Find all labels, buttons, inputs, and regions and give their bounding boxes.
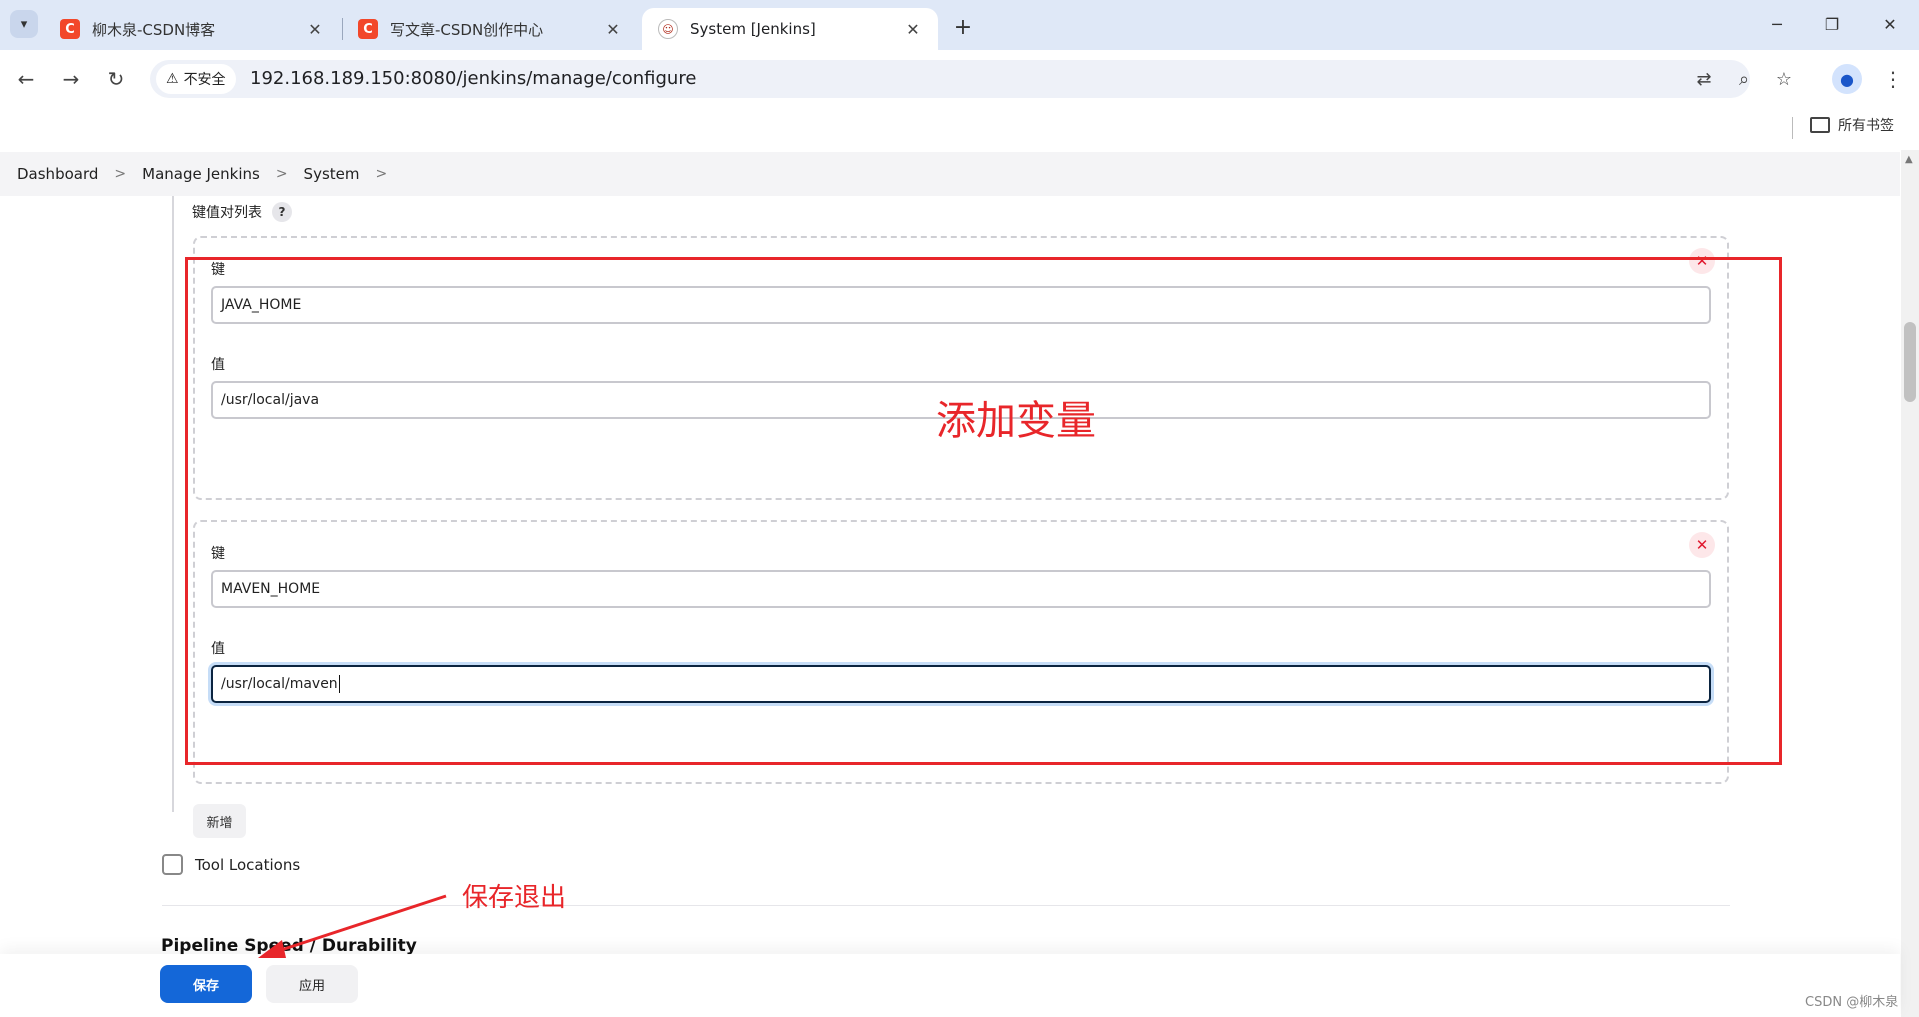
minimize-button[interactable]: ─ xyxy=(1757,8,1797,40)
restore-icon: ❐ xyxy=(1824,14,1840,34)
annotation-save-exit: 保存退出 xyxy=(462,883,567,913)
bookmark-star-icon[interactable]: ☆ xyxy=(1770,65,1798,93)
security-label: 不安全 xyxy=(183,72,226,88)
reload-button[interactable]: ↻ xyxy=(100,63,132,95)
tab-search-button[interactable]: ▾ xyxy=(10,10,38,38)
tab-title: 柳木泉-CSDN博客 xyxy=(92,20,216,39)
key-label: 键 xyxy=(211,262,225,278)
tab-title: 写文章-CSDN创作中心 xyxy=(390,20,544,39)
close-icon: ✕ xyxy=(1695,536,1709,554)
close-icon[interactable]: ✕ xyxy=(602,20,624,39)
help-icon[interactable]: ? xyxy=(272,202,292,222)
chevron-right-icon[interactable]: > xyxy=(375,166,387,182)
back-button[interactable]: ← xyxy=(10,63,42,95)
section-indent-line xyxy=(172,196,174,812)
more-vert-icon: ⋮ xyxy=(1883,67,1903,91)
jenkins-icon: ☺ xyxy=(658,19,678,39)
close-icon: ✕ xyxy=(1695,252,1709,270)
value-label: 值 xyxy=(211,641,225,657)
breadcrumb-manage-jenkins[interactable]: Manage Jenkins xyxy=(142,165,260,183)
arrow-left-icon: ← xyxy=(17,67,35,91)
minimize-icon: ─ xyxy=(1772,14,1782,34)
tab-jenkins-system[interactable]: ☺ System [Jenkins] ✕ xyxy=(642,8,938,50)
breadcrumb: Dashboard > Manage Jenkins > System > xyxy=(0,152,1900,196)
translate-icon[interactable]: ⇄ xyxy=(1690,65,1718,93)
apply-button[interactable]: 应用 xyxy=(266,965,358,1003)
security-chip[interactable]: ⚠ 不安全 xyxy=(156,64,236,94)
tab-csdn-write[interactable]: C 写文章-CSDN创作中心 ✕ xyxy=(342,8,638,50)
close-icon[interactable]: ✕ xyxy=(902,20,924,39)
folder-icon xyxy=(1810,117,1830,133)
value-input-text: /usr/local/maven xyxy=(221,676,338,692)
bookmarks-bar: 所有书签 xyxy=(0,107,1919,149)
plus-icon: + xyxy=(953,14,973,40)
tool-locations-label: Tool Locations xyxy=(195,855,301,874)
text-caret xyxy=(338,675,340,693)
scroll-thumb[interactable] xyxy=(1904,322,1916,402)
profile-avatar[interactable]: ● xyxy=(1832,64,1862,94)
remove-env-var-button[interactable]: ✕ xyxy=(1689,248,1715,274)
url-text[interactable]: 192.168.189.150:8080/jenkins/manage/conf… xyxy=(250,60,696,98)
chevron-right-icon[interactable]: > xyxy=(276,166,288,182)
section-divider xyxy=(162,905,1730,906)
bottom-action-bar: 保存 应用 xyxy=(0,954,1900,1017)
tool-locations-checkbox[interactable] xyxy=(162,854,183,875)
env-var-card-2: ✕ 键 MAVEN_HOME 值 /usr/local/maven xyxy=(193,520,1729,784)
all-bookmarks-label: 所有书签 xyxy=(1838,118,1894,134)
close-window-button[interactable]: ✕ xyxy=(1870,8,1910,40)
chevron-down-icon: ▾ xyxy=(20,16,28,32)
tab-strip: ▾ C 柳木泉-CSDN博客 ✕ C 写文章-CSDN创作中心 ✕ ☺ Syst… xyxy=(0,0,1919,50)
remove-env-var-button[interactable]: ✕ xyxy=(1689,532,1715,558)
csdn-favicon-icon: C xyxy=(358,19,378,39)
csdn-watermark: CSDN @柳木泉 xyxy=(1805,995,1899,1010)
value-label: 值 xyxy=(211,357,225,373)
restore-button[interactable]: ❐ xyxy=(1812,8,1852,40)
forward-button[interactable]: → xyxy=(55,63,87,95)
scroll-up-icon[interactable]: ▲ xyxy=(1905,154,1913,165)
pipeline-durability-heading: Pipeline Speed / Durability xyxy=(161,936,417,956)
browser-toolbar: ← → ↻ ⚠ 不安全 192.168.189.150:8080/jenkins… xyxy=(0,50,1919,107)
page-scrollbar[interactable]: ▲ xyxy=(1901,150,1919,1017)
csdn-favicon-icon: C xyxy=(60,19,80,39)
warning-icon: ⚠ xyxy=(166,71,179,87)
chevron-right-icon[interactable]: > xyxy=(114,166,126,182)
all-bookmarks-button[interactable]: 所有书签 xyxy=(1810,115,1894,135)
zoom-icon[interactable]: ⌕ xyxy=(1730,65,1758,93)
key-label: 键 xyxy=(211,546,225,562)
env-vars-section-label: 键值对列表 ? xyxy=(192,202,292,222)
key-input[interactable]: MAVEN_HOME xyxy=(211,570,1711,608)
breadcrumb-system[interactable]: System xyxy=(304,165,360,183)
tab-title: System [Jenkins] xyxy=(690,20,816,38)
section-label-text: 键值对列表 xyxy=(192,205,262,221)
reload-icon: ↻ xyxy=(107,67,125,91)
tool-locations-option[interactable]: Tool Locations xyxy=(162,854,300,875)
new-tab-button[interactable]: + xyxy=(948,12,978,42)
value-input-focused[interactable]: /usr/local/maven xyxy=(211,665,1711,703)
add-env-var-button[interactable]: 新增 xyxy=(193,804,246,838)
env-var-card-1: ✕ 键 JAVA_HOME 值 /usr/local/java xyxy=(193,236,1729,500)
person-icon: ● xyxy=(1840,69,1854,89)
bookmarks-separator xyxy=(1792,117,1793,139)
annotation-add-variable: 添加变量 xyxy=(936,398,1096,444)
breadcrumb-dashboard[interactable]: Dashboard xyxy=(17,165,98,183)
main-content: 键值对列表 ? ✕ 键 JAVA_HOME 值 /usr/local/java … xyxy=(0,196,1900,1017)
close-icon[interactable]: ✕ xyxy=(304,20,326,39)
address-bar[interactable]: ⚠ 不安全 192.168.189.150:8080/jenkins/manag… xyxy=(150,60,1792,98)
arrow-right-icon: → xyxy=(62,67,80,91)
browser-menu-button[interactable]: ⋮ xyxy=(1878,64,1908,94)
close-icon: ✕ xyxy=(1883,14,1897,34)
save-button[interactable]: 保存 xyxy=(160,965,252,1003)
key-input[interactable]: JAVA_HOME xyxy=(211,286,1711,324)
tab-csdn-blog[interactable]: C 柳木泉-CSDN博客 ✕ xyxy=(44,8,340,50)
